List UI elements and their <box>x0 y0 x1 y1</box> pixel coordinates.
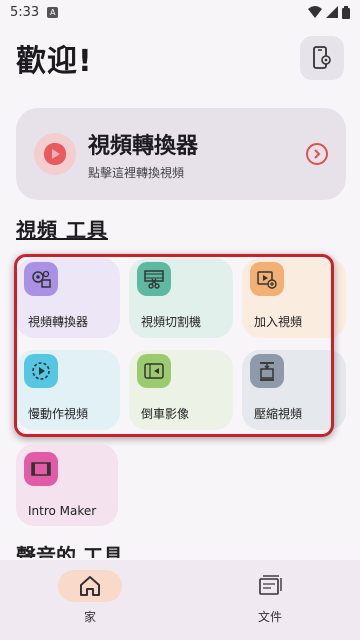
tool-intro-maker[interactable]: Intro Maker <box>16 444 118 526</box>
hero-title: 視頻轉換器 <box>88 133 199 159</box>
nav-files-label: 文件 <box>257 610 282 624</box>
reverse-video-icon <box>137 354 171 388</box>
tool-label: 壓縮視頻 <box>254 407 303 421</box>
tool-label: Intro Maker <box>28 504 97 518</box>
phone-settings-icon <box>313 46 331 69</box>
tool-label: 加入視頻 <box>254 315 303 329</box>
nav-files[interactable]: 文件 <box>180 560 360 640</box>
slow-motion-icon <box>24 354 58 388</box>
settings-button[interactable] <box>300 36 344 80</box>
tool-compress-video[interactable]: 壓縮視頻 <box>242 350 346 430</box>
add-video-icon <box>250 262 284 296</box>
hero-subtitle: 點擊這裡轉換視頻 <box>88 165 185 180</box>
status-icons <box>308 5 350 19</box>
battery-icon <box>342 5 350 19</box>
home-icon <box>58 570 122 602</box>
files-icon <box>238 570 302 602</box>
tool-video-converter[interactable]: 視頻轉換器 <box>16 258 120 338</box>
nav-home[interactable]: 家 <box>0 560 180 640</box>
tool-reverse-video[interactable]: 倒車影像 <box>129 350 233 430</box>
section-title-video-tools: 視頻 工具 <box>16 218 108 242</box>
tool-label: 倒車影像 <box>141 407 190 421</box>
tool-label: 視頻切割機 <box>141 315 202 329</box>
intro-film-icon <box>24 452 58 486</box>
tool-slow-motion[interactable]: 慢動作視頻 <box>16 350 120 430</box>
chevron-right-icon[interactable] <box>306 143 328 165</box>
film-cut-icon <box>137 262 171 296</box>
compress-icon <box>250 354 284 388</box>
notification-badge: A <box>47 6 59 18</box>
gears-video-icon <box>24 262 58 296</box>
video-converter-card[interactable]: 視頻轉換器 點擊這裡轉換視頻 <box>16 108 346 200</box>
status-bar: 5:33 A <box>0 0 360 24</box>
section-title-audio-tools: 聲音的 工具 <box>16 544 123 558</box>
tool-add-video[interactable]: 加入視頻 <box>242 258 346 338</box>
header: 歡迎! <box>16 34 344 82</box>
tool-video-cutter[interactable]: 視頻切割機 <box>129 258 233 338</box>
app-logo-icon <box>34 133 76 175</box>
tool-label: 視頻轉換器 <box>28 315 89 329</box>
bottom-navigation: 家 文件 <box>0 560 360 640</box>
page-title: 歡迎! <box>16 44 93 79</box>
wifi-icon <box>308 6 322 18</box>
tool-label: 慢動作視頻 <box>28 407 89 421</box>
signal-icon <box>326 6 338 18</box>
nav-home-label: 家 <box>83 610 96 624</box>
status-time: 5:33 <box>10 4 40 20</box>
